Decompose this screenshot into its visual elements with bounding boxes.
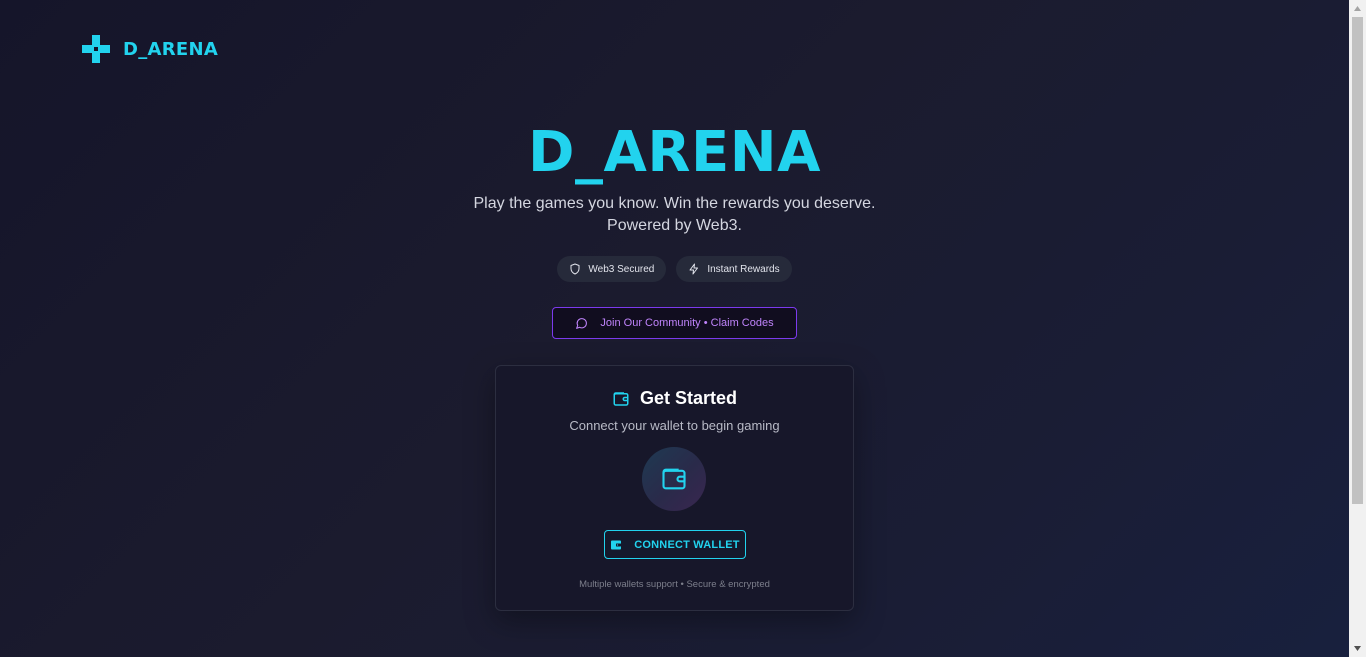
badge-label: Instant Rewards — [707, 263, 780, 275]
wallet-icon — [660, 465, 688, 493]
feature-badges: Web3 Secured Instant Rewards — [0, 256, 1349, 282]
logo-text: D_ARENA — [123, 38, 219, 60]
wallet-icon — [612, 390, 630, 408]
scroll-up-arrow-icon[interactable] — [1349, 0, 1366, 17]
card-footer: Multiple wallets support • Secure & encr… — [579, 579, 770, 590]
page: D_ARENA D_ARENA Play the games you know.… — [0, 0, 1349, 657]
wallet-illustration — [642, 447, 706, 511]
wallet-icon — [610, 539, 622, 551]
chat-bubble-icon — [575, 317, 588, 330]
hero-title: D_ARENA — [528, 120, 821, 185]
join-community-label: Join Our Community • Claim Codes — [600, 317, 774, 329]
join-community-button[interactable]: Join Our Community • Claim Codes — [552, 307, 797, 339]
shield-icon — [569, 263, 581, 275]
scroll-down-arrow-icon[interactable] — [1349, 640, 1366, 657]
get-started-card: Get Started Connect your wallet to begin… — [495, 365, 854, 611]
lightning-icon — [688, 263, 700, 275]
card-description: Connect your wallet to begin gaming — [569, 418, 780, 433]
logo[interactable]: D_ARENA — [82, 35, 218, 63]
card-title: Get Started — [639, 388, 738, 408]
hero-subtitle-line1: Play the games you know. Win the rewards… — [473, 195, 876, 212]
connect-wallet-label: CONNECT WALLET — [634, 538, 740, 551]
card-header: Get Started — [496, 388, 853, 409]
vertical-scrollbar[interactable] — [1349, 0, 1366, 657]
hero-subtitle: Play the games you know. Win the rewards… — [0, 193, 1349, 237]
badge-web3-secured: Web3 Secured — [557, 256, 667, 282]
hero-subtitle-line2: Powered by Web3. — [607, 217, 742, 234]
gamepad-plus-icon — [82, 35, 110, 63]
scrollbar-thumb[interactable] — [1352, 17, 1363, 504]
connect-wallet-button[interactable]: CONNECT WALLET — [604, 530, 746, 559]
badge-instant-rewards: Instant Rewards — [676, 256, 792, 282]
badge-label: Web3 Secured — [588, 263, 655, 275]
